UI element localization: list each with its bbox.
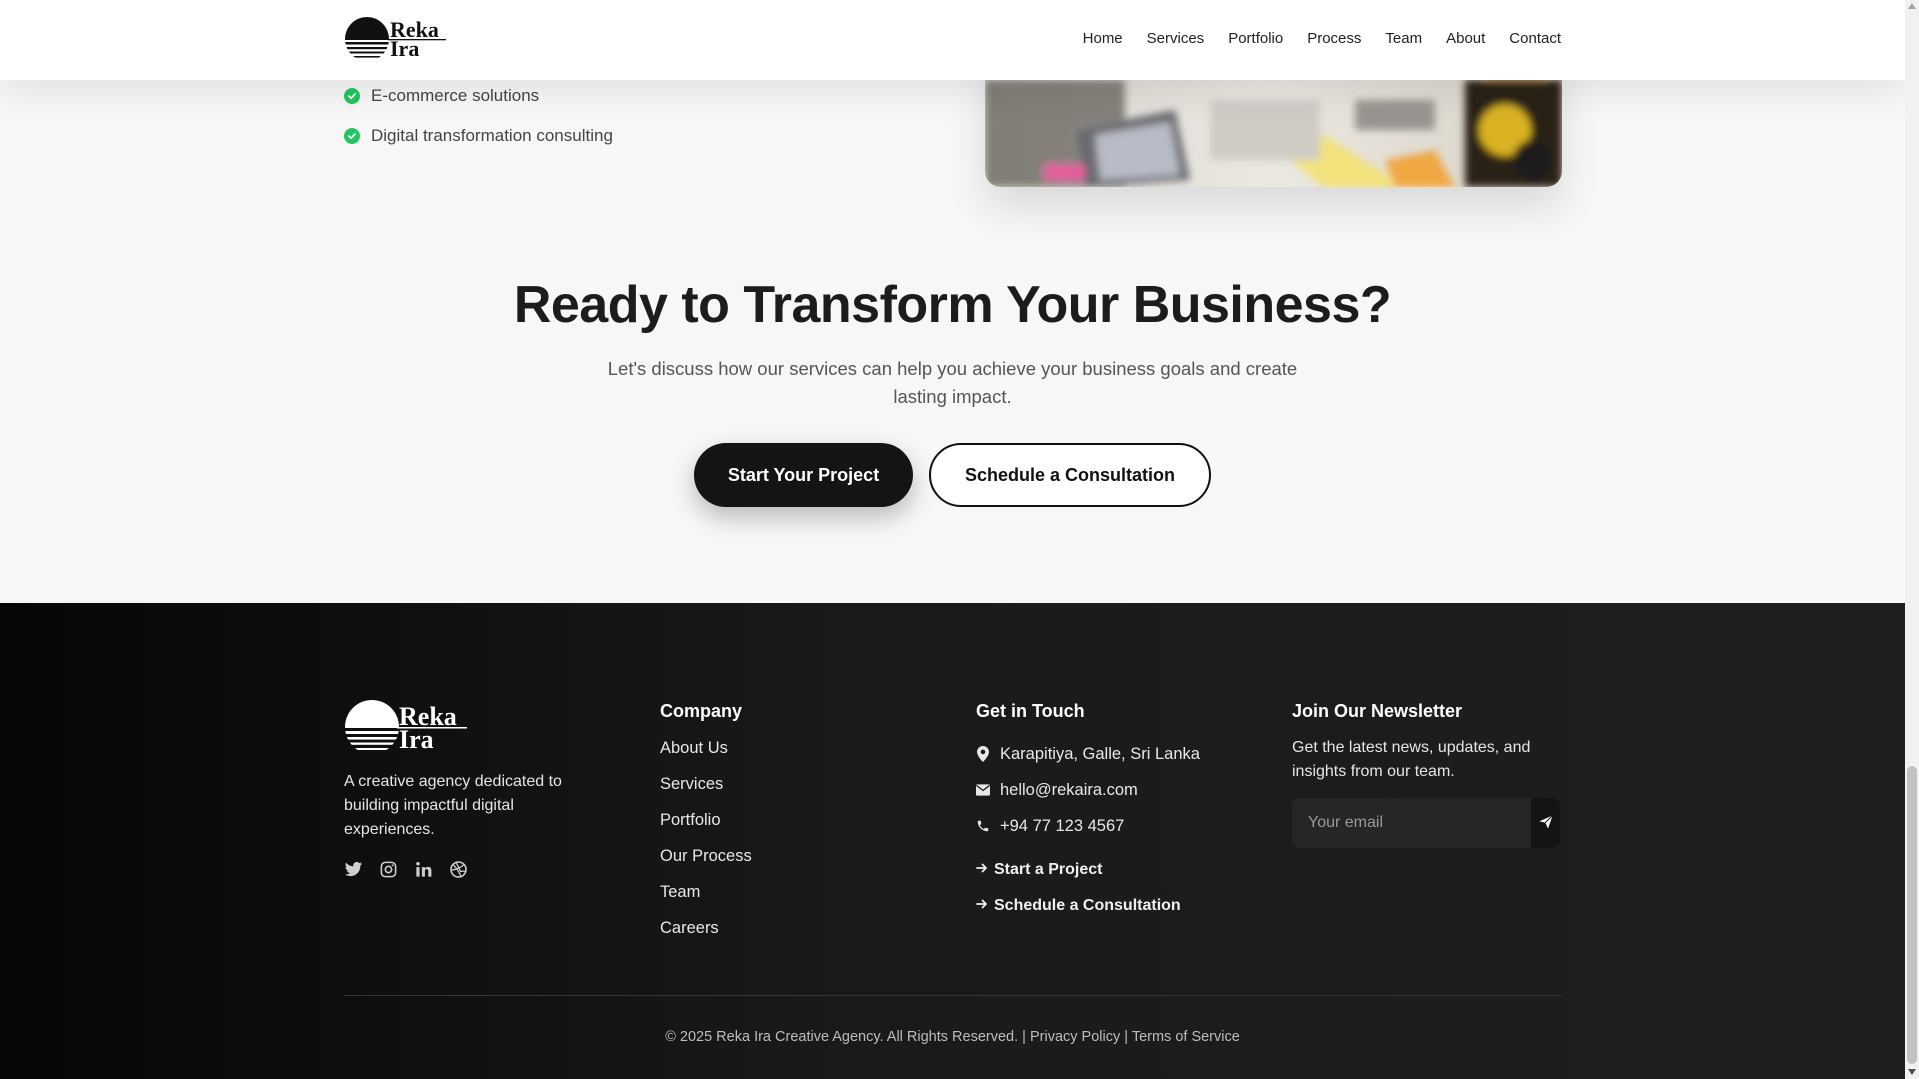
nav-process[interactable]: Process [1307, 30, 1361, 47]
separator: | [1124, 1029, 1129, 1045]
nav-services[interactable]: Services [1147, 30, 1205, 47]
newsletter-text: Get the latest news, updates, and insigh… [1292, 739, 1531, 780]
privacy-policy-link[interactable]: Privacy Policy [1030, 1029, 1120, 1045]
schedule-consultation-button[interactable]: Schedule a Consultation [929, 443, 1211, 507]
schedule-consultation-link-label: Schedule a Consultation [994, 897, 1181, 914]
newsletter-form [1292, 798, 1560, 848]
nav-about[interactable]: About [1446, 30, 1485, 47]
footer-company: Company About Us Services Portfolio Our … [660, 701, 752, 952]
linkedin-icon[interactable] [414, 860, 433, 879]
map-pin-icon [976, 746, 990, 762]
social-links [344, 860, 604, 879]
newsletter-submit-button[interactable] [1531, 798, 1560, 848]
scroll-thumb[interactable] [1907, 766, 1917, 1064]
company-heading: Company [660, 701, 743, 721]
feature-item: E-commerce solutions [344, 76, 613, 116]
feature-label: Digital transformation consulting [371, 126, 613, 145]
separator: | [1022, 1029, 1026, 1045]
nav-contact[interactable]: Contact [1509, 30, 1561, 47]
footer-newsletter: Join Our Newsletter Get the latest news,… [1292, 701, 1562, 848]
nav-home[interactable]: Home [1083, 30, 1123, 47]
footer-contact: Get in Touch Karapitiya, Galle, Sri Lank… [976, 701, 1200, 924]
instagram-icon[interactable] [379, 860, 398, 879]
envelope-icon [976, 784, 990, 796]
footer-bottom: © 2025 Reka Ira Creative Agency. All Rig… [0, 1029, 1905, 1045]
footer-link-about-us[interactable]: About Us [660, 736, 752, 772]
footer-logo-line2: Ira [399, 725, 434, 754]
footer-link-services[interactable]: Services [660, 772, 752, 808]
terms-of-service-link[interactable]: Terms of Service [1132, 1029, 1240, 1045]
email-text[interactable]: hello@rekaira.com [1000, 781, 1138, 800]
page: Reka Ira Home Services Portfolio Process… [0, 0, 1905, 1079]
feature-label: E-commerce solutions [371, 86, 540, 105]
footer-link-careers[interactable]: Careers [660, 916, 752, 952]
cta-title: Ready to Transform Your Business? [513, 276, 1392, 334]
contact-address: Karapitiya, Galle, Sri Lanka [976, 736, 1200, 772]
site-footer: Reka Ira A creative agency dedicated to … [0, 603, 1905, 1079]
check-circle-icon [344, 128, 360, 144]
feature-list: E-commerce solutions Digital transformat… [344, 76, 613, 156]
paper-plane-icon [1538, 814, 1554, 833]
cta-subtitle: Let's discuss how our services can help … [607, 358, 1298, 407]
copyright-text: © 2025 Reka Ira Creative Agency. All Rig… [665, 1029, 1019, 1045]
scroll-down-arrow[interactable] [1908, 1069, 1916, 1075]
footer-divider [344, 995, 1562, 996]
twitter-icon[interactable] [344, 860, 363, 879]
address-text: Karapitiya, Galle, Sri Lanka [1000, 744, 1200, 763]
footer-about: Reka Ira A creative agency dedicated to … [344, 699, 604, 879]
footer-link-portfolio[interactable]: Portfolio [660, 808, 752, 844]
site-header: Reka Ira Home Services Portfolio Process… [0, 0, 1905, 80]
nav-portfolio[interactable]: Portfolio [1228, 30, 1283, 47]
contact-email[interactable]: hello@rekaira.com [976, 772, 1200, 808]
phone-icon [976, 819, 990, 833]
arrow-right-icon [976, 897, 988, 915]
main-nav: Home Services Portfolio Process Team Abo… [1083, 30, 1561, 47]
footer-link-our-process[interactable]: Our Process [660, 844, 752, 880]
phone-text[interactable]: +94 77 123 4567 [1000, 817, 1124, 836]
dribbble-icon[interactable] [449, 860, 468, 879]
logo[interactable]: Reka Ira [344, 16, 448, 62]
contact-heading: Get in Touch [976, 701, 1085, 721]
feature-item: Digital transformation consulting [344, 116, 613, 156]
scroll-up-arrow[interactable] [1908, 3, 1916, 9]
footer-start-project-link[interactable]: Start a Project [976, 852, 1200, 888]
footer-schedule-consultation-link[interactable]: Schedule a Consultation [976, 888, 1200, 924]
footer-link-team[interactable]: Team [660, 880, 752, 916]
check-circle-icon [344, 88, 360, 104]
vertical-scrollbar[interactable] [1905, 0, 1919, 1079]
footer-logo[interactable]: Reka Ira [344, 699, 468, 755]
newsletter-email-input[interactable] [1292, 798, 1531, 848]
nav-team[interactable]: Team [1385, 30, 1422, 47]
footer-description: A creative agency dedicated to building … [344, 773, 562, 838]
contact-phone[interactable]: +94 77 123 4567 [976, 808, 1200, 844]
start-project-button[interactable]: Start Your Project [694, 443, 913, 507]
newsletter-heading: Join Our Newsletter [1292, 701, 1463, 721]
arrow-right-icon [976, 861, 988, 879]
start-project-link-label: Start a Project [994, 861, 1103, 878]
